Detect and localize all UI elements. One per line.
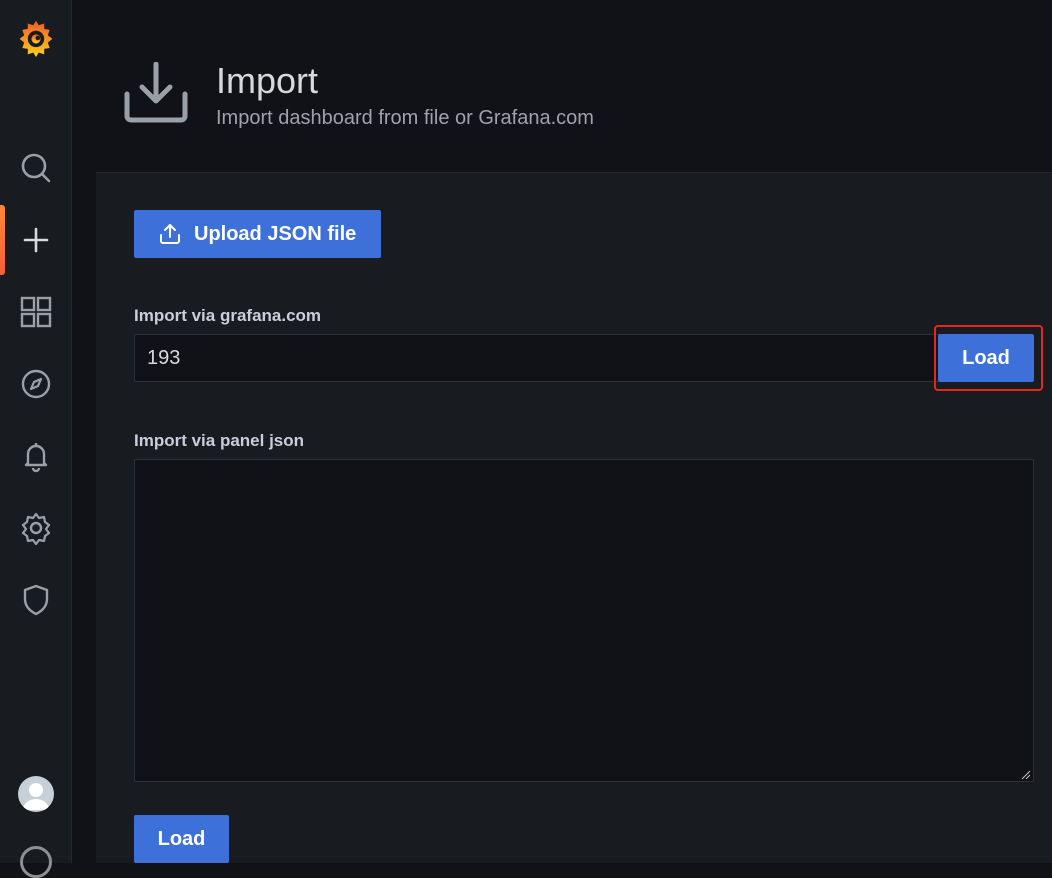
help-icon[interactable] [20,846,52,878]
sidebar-item-alerting[interactable] [0,434,72,478]
grafana-logo-icon[interactable] [14,16,58,60]
upload-button-label: Upload JSON file [194,222,357,245]
explore-compass-icon [21,369,51,399]
import-content: Upload JSON file Import via grafana.com … [96,172,1052,863]
sidebar-item-configuration[interactable] [0,506,72,550]
plus-icon [23,227,49,253]
user-avatar[interactable] [18,776,54,812]
resize-grip-icon[interactable] [1020,769,1030,779]
panel-json-label: Import via panel json [134,431,305,450]
server-admin-shield-icon [23,584,49,616]
upload-json-file-button[interactable]: Upload JSON file [134,210,381,258]
page-header: Import Import dashboard from file or Gra… [96,0,1052,172]
alerting-bell-icon [24,443,48,473]
panel-json-textarea[interactable] [134,459,1034,782]
sidebar-item-explore[interactable] [0,362,72,406]
panel-json-load-button[interactable]: Load [134,815,229,863]
sidebar-item-search[interactable] [0,146,72,190]
grafana-import-label: Import via grafana.com [134,306,322,325]
upload-icon [160,224,180,244]
dashboards-icon [20,296,52,328]
page-subtitle: Import dashboard from file or Grafana.co… [216,107,594,129]
sidebar-item-server-admin[interactable] [0,578,72,622]
sidebar [0,0,72,878]
search-icon [21,153,51,183]
page-title: Import [216,60,319,101]
sidebar-item-dashboards[interactable] [0,290,72,334]
import-download-icon [124,62,188,123]
grafana-load-button[interactable]: Load [938,334,1034,382]
grafana-dashboard-id-input[interactable] [134,334,940,382]
configuration-gear-icon [21,512,51,545]
sidebar-item-create[interactable] [0,218,72,262]
